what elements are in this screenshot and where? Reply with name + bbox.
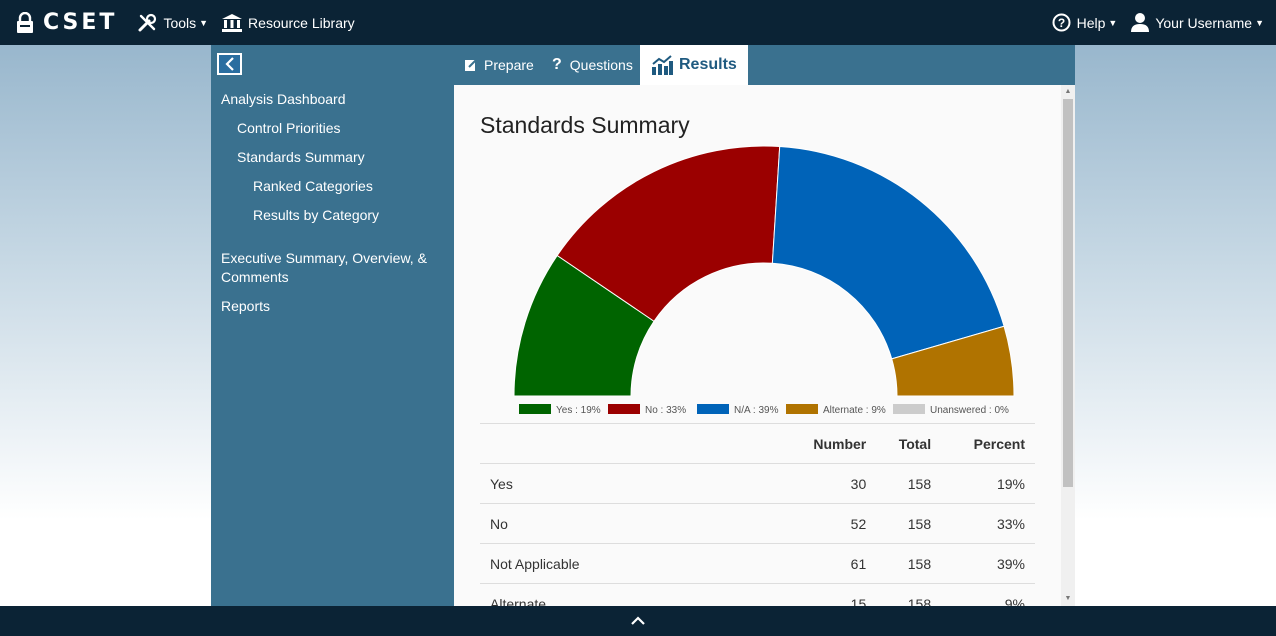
content-scrollbar[interactable]: ▲ ▼: [1061, 85, 1075, 606]
row-number: 30: [780, 463, 877, 504]
legend-swatch[interactable]: [893, 404, 925, 414]
top-navbar: CSET Tools ▼ Resource Library ? Help ▼ Y…: [0, 0, 1276, 45]
footer-bar: [0, 606, 1276, 636]
legend-label: Alternate : 9%: [823, 405, 886, 416]
column-header: [480, 423, 780, 464]
lock-icon: [17, 11, 33, 33]
row-number: 61: [780, 543, 877, 584]
tab-results-label: Results: [679, 56, 737, 73]
chevron-up-icon[interactable]: [630, 616, 646, 626]
table-row: Not Applicable 61 158 39%: [480, 543, 1035, 584]
chevron-left-icon: [224, 57, 234, 71]
legend-swatch[interactable]: [608, 404, 640, 414]
row-label: Yes: [480, 463, 780, 504]
row-percent: 39%: [941, 543, 1035, 584]
tools-icon: [138, 13, 157, 31]
scroll-thumb[interactable]: [1063, 99, 1073, 487]
main-panel: Prepare ? Questions Results Analysis Das…: [211, 45, 1075, 606]
row-percent: 9%: [941, 583, 1035, 606]
row-total: 158: [876, 503, 942, 544]
tools-menu[interactable]: Tools ▼: [137, 13, 208, 33]
table-row: Alternate 15 158 9%: [480, 583, 1035, 606]
resource-library-link[interactable]: Resource Library: [222, 13, 355, 32]
svg-text:?: ?: [1057, 16, 1064, 30]
chevron-down-icon: ▼: [1255, 17, 1264, 28]
legend-swatch[interactable]: [697, 404, 729, 414]
legend-swatch[interactable]: [519, 404, 551, 414]
chevron-down-icon: ▼: [1108, 17, 1118, 28]
user-icon: [1131, 13, 1150, 32]
sidebar-item-executive-summary-cont[interactable]: Comments: [221, 268, 289, 287]
scroll-down-icon[interactable]: ▼: [1061, 592, 1075, 606]
tab-questions[interactable]: ? Questions: [552, 45, 633, 85]
standards-summary-chart: Yes : 19% No : 33% N/A : 39% Alternate : 9%…: [513, 145, 1015, 416]
sidebar: Analysis Dashboard Control Priorities St…: [211, 85, 454, 606]
sidebar-item-executive-summary[interactable]: Executive Summary, Overview, &: [221, 249, 427, 268]
resource-library-label: Resource Library: [248, 14, 355, 31]
sidebar-item-results-by-category[interactable]: Results by Category: [253, 206, 379, 225]
library-icon: [222, 13, 243, 32]
question-icon: ?: [552, 56, 562, 73]
row-total: 158: [876, 463, 942, 504]
legend-swatch[interactable]: [786, 404, 818, 414]
legend-label: Yes : 19%: [556, 405, 601, 416]
row-total: 158: [876, 583, 942, 606]
logo-text: CSET: [43, 10, 118, 35]
table-row: Yes 30 158 19%: [480, 463, 1035, 504]
chart-icon: [652, 55, 673, 75]
row-total: 158: [876, 543, 942, 584]
legend-label: Unanswered : 0%: [930, 405, 1009, 416]
sidebar-item-ranked-categories[interactable]: Ranked Categories: [253, 177, 373, 196]
legend-label: No : 33%: [645, 405, 686, 416]
edit-icon: [465, 59, 477, 71]
user-menu[interactable]: Your Username ▼: [1131, 13, 1264, 32]
sidebar-item-control-priorities[interactable]: Control Priorities: [237, 119, 340, 138]
sidebar-item-reports[interactable]: Reports: [221, 297, 270, 316]
tools-label: Tools: [163, 14, 197, 31]
tab-prepare[interactable]: Prepare: [464, 45, 534, 85]
column-header: Percent: [941, 423, 1035, 464]
row-label: Not Applicable: [480, 543, 780, 584]
sidebar-item-standards-summary[interactable]: Standards Summary: [237, 148, 365, 167]
tab-prepare-label: Prepare: [484, 57, 534, 73]
row-label: Alternate: [480, 583, 780, 606]
row-number: 15: [780, 583, 877, 606]
table-header-row: Number Total Percent: [480, 423, 1035, 464]
results-table: Number Total Percent Yes 30 158 19% No 5…: [480, 423, 1035, 606]
column-header: Number: [780, 423, 877, 464]
tab-bar: Prepare ? Questions Results: [211, 45, 1075, 85]
help-icon: ?: [1052, 13, 1071, 32]
row-label: No: [480, 503, 780, 544]
collapse-sidebar-button[interactable]: [217, 53, 242, 75]
scroll-up-icon[interactable]: ▲: [1061, 85, 1075, 99]
table-row: No 52 158 33%: [480, 503, 1035, 544]
chevron-down-icon: ▼: [199, 17, 209, 28]
row-percent: 33%: [941, 503, 1035, 544]
tab-results[interactable]: Results: [640, 45, 748, 85]
help-label: Help: [1076, 14, 1106, 31]
legend-label: N/A : 39%: [734, 405, 779, 416]
username-label: Your Username: [1155, 14, 1253, 31]
tab-questions-label: Questions: [569, 57, 633, 73]
chart-segment-n-a[interactable]: [771, 145, 1005, 360]
row-number: 52: [780, 503, 877, 544]
results-content: Standards Summary Yes : 19% No : 33% N/A :…: [454, 85, 1075, 606]
help-menu[interactable]: ? Help ▼: [1052, 13, 1118, 32]
row-percent: 19%: [941, 463, 1035, 504]
sidebar-item-analysis-dashboard[interactable]: Analysis Dashboard: [221, 90, 346, 109]
cset-logo[interactable]: CSET: [16, 10, 117, 35]
column-header: Total: [876, 423, 942, 464]
